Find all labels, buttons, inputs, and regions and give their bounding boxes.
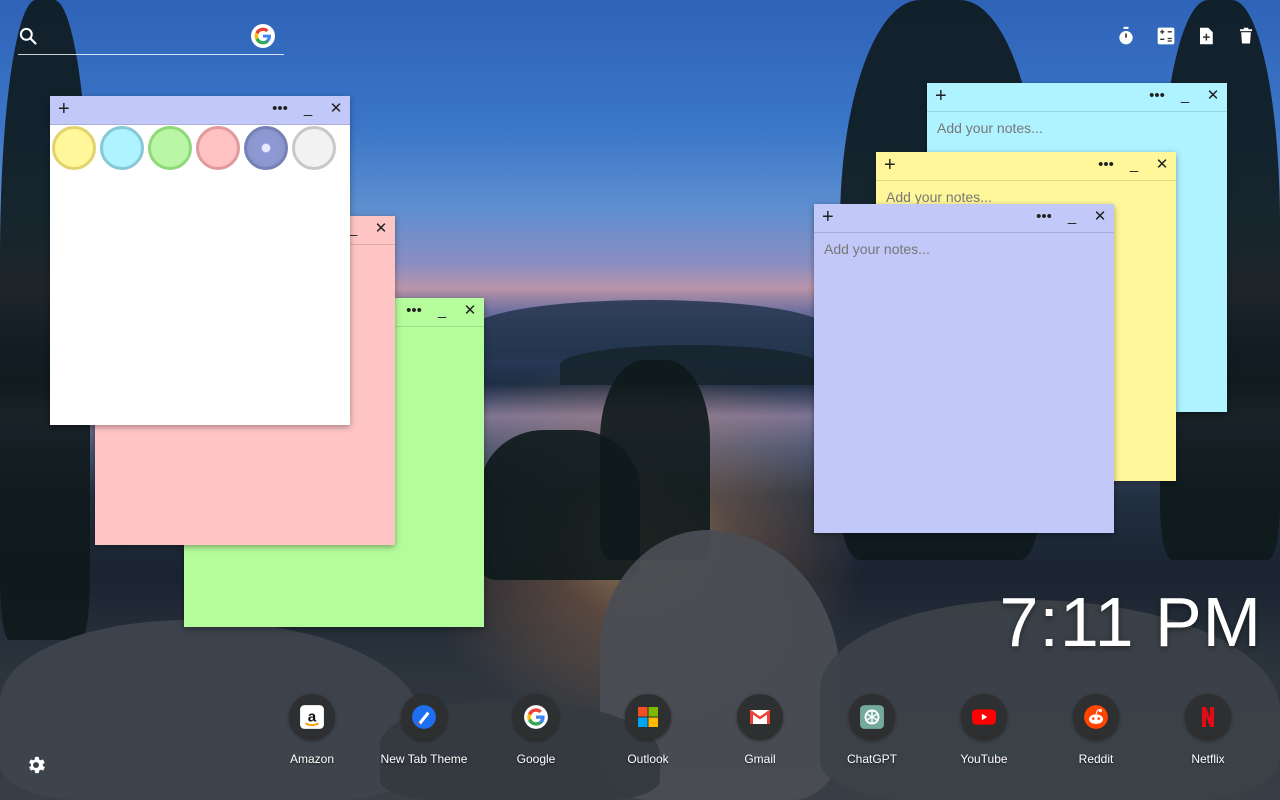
minimize-button[interactable]: _: [434, 300, 450, 322]
youtube-icon: [961, 694, 1007, 740]
google-icon: [513, 694, 559, 740]
close-button[interactable]: ✕: [1154, 154, 1170, 176]
shortcut-chatgpt[interactable]: ChatGPT: [816, 694, 928, 766]
sticky-note-purple[interactable]: + ••• _ ✕: [814, 204, 1114, 533]
more-options-button[interactable]: •••: [1036, 206, 1052, 228]
google-engine-icon[interactable]: [251, 24, 275, 48]
add-note-button[interactable]: +: [935, 86, 947, 106]
new-tab-theme-icon: [401, 694, 447, 740]
shortcut-google[interactable]: Google: [480, 694, 592, 766]
sticky-note-white[interactable]: + ••• _ ✕: [50, 96, 350, 425]
color-swatch-white[interactable]: [292, 126, 336, 170]
add-note-icon: [1200, 27, 1213, 45]
color-swatch-yellow[interactable]: [52, 126, 96, 170]
shortcut-new-tab-theme[interactable]: New Tab Theme: [368, 694, 480, 766]
amazon-icon: a: [289, 694, 335, 740]
minimize-button[interactable]: _: [1126, 154, 1142, 176]
delete-all-button[interactable]: [1236, 24, 1256, 48]
add-note-button[interactable]: +: [58, 99, 70, 119]
note-header[interactable]: + ••• _ ✕: [876, 152, 1176, 181]
shortcut-gmail[interactable]: Gmail: [704, 694, 816, 766]
color-swatch-purple-selected[interactable]: [244, 126, 288, 170]
calculator-icon: [1157, 27, 1175, 45]
search-input[interactable]: [48, 24, 252, 52]
shortcut-label: Google: [516, 752, 556, 766]
note-header[interactable]: + ••• _ ✕: [814, 204, 1114, 233]
shortcut-label: Netflix: [1191, 752, 1225, 766]
shortcut-dock: a Amazon New Tab Theme Google Outlook Gm: [256, 694, 1264, 774]
shortcut-label: ChatGPT: [846, 752, 897, 766]
close-button[interactable]: ✕: [373, 218, 389, 240]
microsoft-icon: [625, 694, 671, 740]
shortcut-label: Amazon: [289, 752, 335, 766]
close-button[interactable]: ✕: [1092, 206, 1108, 228]
settings-gear-icon[interactable]: [25, 754, 47, 776]
add-note-button[interactable]: [1196, 24, 1216, 48]
close-button[interactable]: ✕: [462, 300, 478, 322]
more-options-button[interactable]: •••: [1149, 85, 1165, 107]
color-palette: [52, 126, 336, 170]
note-text-area[interactable]: [814, 233, 1114, 533]
clock: 7:11 PM: [999, 583, 1262, 661]
top-toolbar: [1116, 24, 1256, 48]
reddit-icon: [1073, 694, 1119, 740]
netflix-icon: [1185, 694, 1231, 740]
svg-text:a: a: [308, 708, 317, 725]
shortcut-label: Outlook: [627, 752, 669, 766]
timer-button[interactable]: [1116, 24, 1136, 48]
shortcut-youtube[interactable]: YouTube: [928, 694, 1040, 766]
close-button[interactable]: ✕: [328, 98, 344, 120]
add-note-button[interactable]: +: [822, 207, 834, 227]
more-options-button[interactable]: •••: [406, 300, 422, 322]
add-note-button[interactable]: +: [884, 155, 896, 175]
search-bar[interactable]: [18, 24, 284, 55]
more-options-button[interactable]: •••: [1098, 154, 1114, 176]
more-options-button[interactable]: •••: [272, 98, 288, 120]
note-header[interactable]: + ••• _ ✕: [927, 83, 1227, 112]
color-swatch-green[interactable]: [148, 126, 192, 170]
shortcut-outlook[interactable]: Outlook: [592, 694, 704, 766]
shortcut-label: Reddit: [1078, 752, 1114, 766]
trash-icon: [1240, 27, 1252, 44]
shortcut-netflix[interactable]: Netflix: [1152, 694, 1264, 766]
minimize-button[interactable]: _: [300, 98, 316, 120]
calculator-button[interactable]: [1156, 24, 1176, 48]
search-icon[interactable]: [18, 26, 38, 46]
chatgpt-icon: [849, 694, 895, 740]
shortcut-label: Gmail: [744, 752, 776, 766]
gmail-icon: [737, 694, 783, 740]
timer-icon: [1119, 26, 1133, 45]
minimize-button[interactable]: _: [1064, 206, 1080, 228]
color-swatch-pink[interactable]: [196, 126, 240, 170]
color-swatch-cyan[interactable]: [100, 126, 144, 170]
close-button[interactable]: ✕: [1205, 85, 1221, 107]
note-header[interactable]: + ••• _ ✕: [50, 96, 350, 125]
tree-silhouette: [480, 430, 640, 580]
shortcut-amazon[interactable]: a Amazon: [256, 694, 368, 766]
shortcut-reddit[interactable]: Reddit: [1040, 694, 1152, 766]
shortcut-label: New Tab Theme: [380, 752, 468, 766]
minimize-button[interactable]: _: [1177, 85, 1193, 107]
shortcut-label: YouTube: [960, 752, 1008, 766]
